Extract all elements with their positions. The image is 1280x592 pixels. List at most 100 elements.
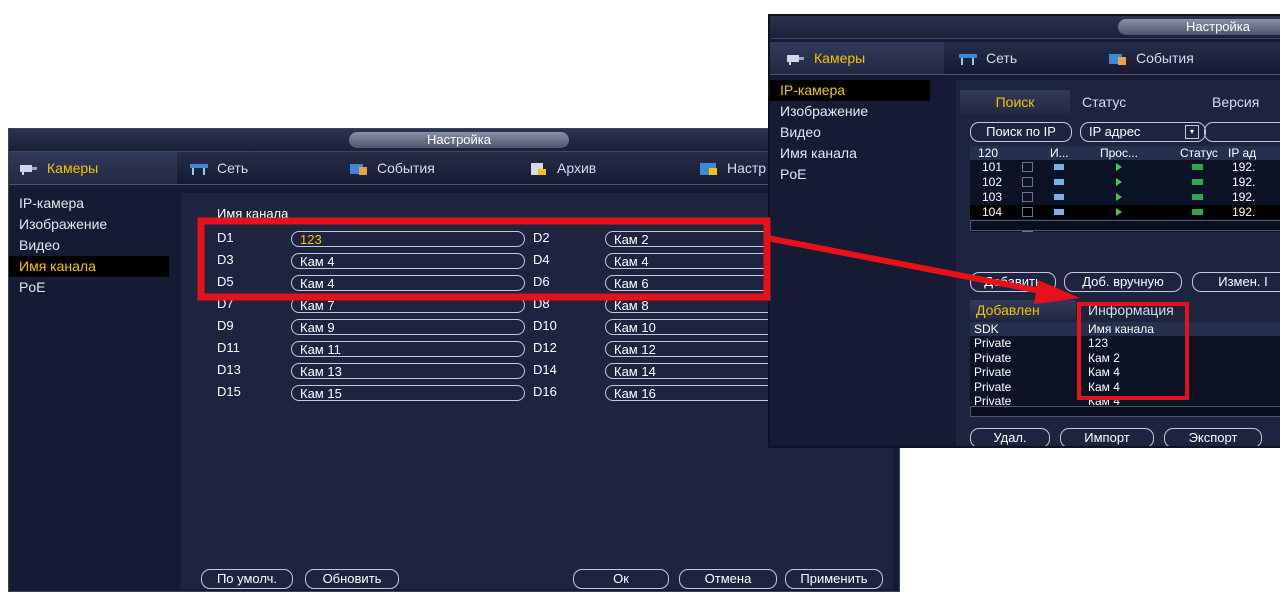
channel-name-input[interactable]: Кам 4 (605, 253, 785, 269)
channel-id-label: D5 (217, 274, 234, 289)
search-by-ip-button[interactable]: Поиск по IP (970, 122, 1072, 142)
channel-name-input[interactable]: Кам 4 (291, 275, 525, 291)
device-number: 104 (982, 205, 1003, 219)
device-ip: 192. (1232, 190, 1256, 204)
sidebar-item-video[interactable]: Видео (770, 122, 930, 143)
cancel-button[interactable]: Отмена (679, 569, 777, 589)
channel-id-label: D11 (217, 340, 240, 355)
sdk-cell: Private (974, 350, 1012, 365)
table-row[interactable]: 104 192. (970, 205, 1280, 219)
channel-name-input[interactable]: Кам 7 (291, 297, 525, 313)
tab-settings[interactable]: Настр (699, 152, 766, 184)
channel-name-input[interactable]: Кам 11 (291, 341, 525, 357)
tab-label: Сеть (217, 160, 249, 176)
filter-value: IP адрес (1089, 124, 1141, 139)
table-row[interactable]: Private Кам 2 (970, 351, 1280, 365)
row-checkbox[interactable] (1022, 177, 1033, 187)
tab-label: События (377, 160, 435, 176)
device-number: 102 (982, 175, 1003, 189)
horizontal-scrollbar[interactable] (970, 220, 1280, 231)
device-ip: 192. (1232, 175, 1256, 189)
preview-icon[interactable] (1116, 208, 1122, 216)
channel-name-input[interactable]: Кам 6 (605, 275, 785, 291)
device-type-icon (1054, 194, 1064, 200)
preview-icon[interactable] (1116, 193, 1122, 201)
device-ip: 192. (1232, 205, 1256, 219)
default-button[interactable]: По умолч. (201, 569, 293, 589)
subtab-info[interactable]: Информация (1088, 300, 1174, 320)
horizontal-scrollbar[interactable] (970, 406, 1280, 417)
row-checkbox[interactable] (1022, 162, 1033, 172)
apply-button[interactable]: Применить (785, 569, 883, 589)
search-input[interactable] (1204, 122, 1280, 142)
preview-icon[interactable] (1116, 178, 1122, 186)
sidebar-item-image[interactable]: Изображение (770, 101, 930, 122)
tab-events[interactable]: События (349, 152, 435, 184)
tab-cameras[interactable]: Камеры (770, 42, 944, 74)
add-manual-button[interactable]: Доб. вручную (1064, 272, 1182, 292)
row-checkbox[interactable] (1022, 207, 1033, 217)
channel-id-label: D9 (217, 318, 234, 333)
sidebar-item-ip-camera[interactable]: IP-камера (770, 80, 930, 101)
add-button[interactable]: Добавить (970, 272, 1056, 292)
modify-ip-button[interactable]: Измен. I (1192, 272, 1280, 292)
table-row[interactable]: Private 123 (970, 336, 1280, 350)
channel-id-label: D3 (217, 252, 234, 267)
refresh-button[interactable]: Обновить (305, 569, 399, 589)
table-row[interactable]: 103 192. (970, 190, 1280, 204)
channel-name-input[interactable]: Кам 16 (605, 385, 785, 401)
tab-label: Настр (727, 160, 767, 176)
channel-name-input[interactable]: 123 (291, 231, 525, 247)
table-row[interactable]: Private Кам 4 (970, 365, 1280, 379)
sidebar-item-channel-name[interactable]: Имя канала (9, 256, 169, 277)
sidebar-item-ip-camera[interactable]: IP-камера (9, 193, 169, 214)
import-button[interactable]: Импорт (1060, 428, 1154, 446)
ok-button[interactable]: Ок (573, 569, 669, 589)
preview-icon[interactable] (1116, 163, 1122, 171)
sidebar-item-poe[interactable]: PoE (9, 277, 169, 298)
tab-network[interactable]: Сеть (189, 152, 248, 184)
subtab-search[interactable]: Поиск (960, 90, 1070, 114)
added-table-header: SDK Имя канала (970, 322, 1280, 336)
device-number: 101 (982, 160, 1003, 174)
subtab-status[interactable]: Статус (1082, 90, 1126, 114)
table-row[interactable]: Private Кам 4 (970, 380, 1280, 394)
channel-name-cell: Кам 4 (1088, 365, 1120, 379)
channel-name-input[interactable]: Кам 13 (291, 363, 525, 379)
tab-label: Камеры (47, 160, 99, 176)
subtab-version[interactable]: Версия (1212, 90, 1259, 114)
content-panel: Поиск Статус Версия Поиск по IP IP адрес… (956, 80, 1280, 446)
tab-cameras[interactable]: Камеры (9, 152, 177, 184)
archive-icon (531, 163, 546, 176)
channel-name-input[interactable]: Кам 14 (605, 363, 785, 379)
channel-id-label: D6 (533, 274, 550, 289)
channel-name-input[interactable]: Кам 2 (605, 231, 785, 247)
tab-events[interactable]: События (1108, 42, 1194, 74)
table-row[interactable]: 101 192. (970, 160, 1280, 174)
sidebar-item-image[interactable]: Изображение (9, 214, 169, 235)
device-type-icon (1054, 164, 1064, 170)
subtab-added[interactable]: Добавлен (970, 300, 1076, 320)
ip-camera-window: Настройка Камеры Сеть События IP-камера … (768, 14, 1280, 448)
channel-name-input[interactable]: Кам 15 (291, 385, 525, 401)
table-row[interactable]: 102 192. (970, 175, 1280, 189)
sidebar-item-video[interactable]: Видео (9, 235, 169, 256)
filter-select[interactable]: IP адрес ▾ (1080, 122, 1206, 142)
export-button[interactable]: Экспорт (1164, 428, 1262, 446)
row-checkbox[interactable] (1022, 192, 1033, 202)
status-icon (1192, 179, 1203, 185)
channel-id-label: D10 (533, 318, 557, 333)
sidebar-item-channel-name[interactable]: Имя канала (770, 143, 930, 164)
channel-name-input[interactable]: Кам 10 (605, 319, 785, 335)
tab-network[interactable]: Сеть (958, 42, 1017, 74)
channel-id-label: D12 (533, 340, 557, 355)
channel-name-input[interactable]: Кам 4 (291, 253, 525, 269)
camera-icon (20, 165, 37, 176)
sidebar-item-poe[interactable]: PoE (770, 164, 930, 185)
channel-name-input[interactable]: Кам 12 (605, 341, 785, 357)
status-icon (1192, 164, 1203, 170)
tab-archive[interactable]: Архив (529, 152, 596, 184)
channel-name-input[interactable]: Кам 8 (605, 297, 785, 313)
delete-button[interactable]: Удал. (970, 428, 1050, 446)
channel-name-input[interactable]: Кам 9 (291, 319, 525, 335)
